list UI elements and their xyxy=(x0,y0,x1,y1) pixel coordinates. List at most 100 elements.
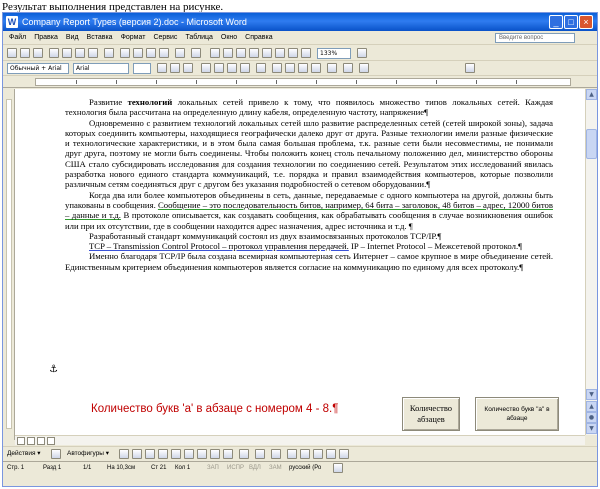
count-letters-button[interactable]: Количество букв "а" в абзаце xyxy=(475,397,559,431)
insert-excel-icon[interactable] xyxy=(249,48,259,58)
print-icon[interactable] xyxy=(75,48,85,58)
clipart-icon[interactable] xyxy=(210,449,220,459)
line-color-icon[interactable] xyxy=(255,449,265,459)
undo-icon[interactable] xyxy=(175,48,185,58)
align-center-icon[interactable] xyxy=(214,63,224,73)
tables-borders-icon[interactable] xyxy=(223,48,233,58)
arrow-icon[interactable] xyxy=(132,449,142,459)
copy-icon[interactable] xyxy=(133,48,143,58)
draw-actions-menu[interactable]: Действия ▾ xyxy=(7,447,41,461)
document-body[interactable]: Развитие технологий локальных сетей прив… xyxy=(65,97,553,272)
line-spacing-icon[interactable] xyxy=(256,63,266,73)
normal-view-icon[interactable] xyxy=(17,437,25,445)
arrow-style-icon[interactable] xyxy=(313,449,323,459)
drawing-icon[interactable] xyxy=(275,48,285,58)
status-ovr[interactable]: ЗАМ xyxy=(269,462,282,475)
horizontal-ruler[interactable] xyxy=(3,76,597,88)
text-color-icon[interactable] xyxy=(271,449,281,459)
document-page[interactable]: Развитие технологий локальных сетей прив… xyxy=(15,89,585,435)
hyperlink-icon[interactable] xyxy=(210,48,220,58)
zoom-select[interactable]: 133% xyxy=(317,48,351,59)
diagram-icon[interactable] xyxy=(197,449,207,459)
title-bar[interactable]: W Company Report Types (версия 2).doc - … xyxy=(3,13,597,31)
menu-tools[interactable]: Сервис xyxy=(149,31,181,45)
next-page-icon[interactable]: ▼ xyxy=(586,423,597,434)
horizontal-scrollbar[interactable] xyxy=(15,435,585,445)
decrease-indent-icon[interactable] xyxy=(298,63,308,73)
picture-icon[interactable] xyxy=(223,449,233,459)
vertical-ruler[interactable] xyxy=(3,89,15,440)
line-style-icon[interactable] xyxy=(287,449,297,459)
new-document-icon[interactable] xyxy=(7,48,17,58)
menu-table[interactable]: Таблица xyxy=(181,31,216,45)
align-right-icon[interactable] xyxy=(227,63,237,73)
open-icon[interactable] xyxy=(20,48,30,58)
increase-indent-icon[interactable] xyxy=(311,63,321,73)
close-button[interactable]: × xyxy=(579,15,593,29)
dash-style-icon[interactable] xyxy=(300,449,310,459)
shadow-icon[interactable] xyxy=(326,449,336,459)
redo-icon[interactable] xyxy=(191,48,201,58)
count-paragraphs-button[interactable]: Количество абзацев xyxy=(402,397,460,431)
font-color-icon[interactable] xyxy=(359,63,369,73)
3d-icon[interactable] xyxy=(339,449,349,459)
bullets-icon[interactable] xyxy=(285,63,295,73)
scroll-up-icon[interactable]: ▲ xyxy=(586,89,597,100)
text-box-icon[interactable] xyxy=(171,449,181,459)
menu-window[interactable]: Окно xyxy=(217,31,241,45)
reading-view-icon[interactable] xyxy=(47,437,55,445)
wordart-icon[interactable] xyxy=(184,449,194,459)
bold-icon[interactable] xyxy=(157,63,167,73)
justify-icon[interactable] xyxy=(240,63,250,73)
save-icon[interactable] xyxy=(33,48,43,58)
show-hide-icon[interactable] xyxy=(301,48,311,58)
font-select[interactable]: Arial xyxy=(73,63,129,74)
menu-help[interactable]: Справка xyxy=(241,31,276,45)
menu-edit[interactable]: Правка xyxy=(30,31,62,45)
help-search-input[interactable]: Введите вопрос xyxy=(495,33,575,43)
underline-icon[interactable] xyxy=(183,63,193,73)
maximize-button[interactable]: □ xyxy=(564,15,578,29)
print-layout-icon[interactable] xyxy=(37,437,45,445)
vertical-scrollbar[interactable]: ▲ ▼ ▲ ● ▼ xyxy=(585,89,597,435)
spelling-icon[interactable] xyxy=(104,48,114,58)
permission-icon[interactable] xyxy=(49,48,59,58)
fill-color-icon[interactable] xyxy=(239,449,249,459)
select-objects-icon[interactable] xyxy=(51,449,61,459)
line-icon[interactable] xyxy=(119,449,129,459)
autoshapes-menu[interactable]: Автофигуры ▾ xyxy=(67,447,109,461)
web-view-icon[interactable] xyxy=(27,437,35,445)
spelling-status-icon[interactable] xyxy=(333,463,343,473)
borders-icon[interactable] xyxy=(327,63,337,73)
highlight-icon[interactable] xyxy=(343,63,353,73)
previous-page-icon[interactable]: ▲ xyxy=(586,401,597,412)
rectangle-icon[interactable] xyxy=(145,449,155,459)
help-icon[interactable] xyxy=(357,48,367,58)
style-select[interactable]: Обычный + Arial xyxy=(7,63,69,74)
status-trk[interactable]: ИСПР xyxy=(227,462,244,475)
paste-icon[interactable] xyxy=(146,48,156,58)
format-painter-icon[interactable] xyxy=(159,48,169,58)
oval-icon[interactable] xyxy=(158,449,168,459)
align-left-icon[interactable] xyxy=(201,63,211,73)
numbering-icon[interactable] xyxy=(272,63,282,73)
status-ext[interactable]: ВДЛ xyxy=(249,462,261,475)
document-map-icon[interactable] xyxy=(288,48,298,58)
research-icon[interactable] xyxy=(465,63,475,73)
menu-file[interactable]: Файл xyxy=(3,31,30,45)
status-rec[interactable]: ЗАП xyxy=(207,462,219,475)
menu-view[interactable]: Вид xyxy=(62,31,83,45)
scroll-thumb[interactable] xyxy=(586,129,597,159)
browse-object-icon[interactable]: ● xyxy=(586,412,597,423)
menu-insert[interactable]: Вставка xyxy=(83,31,117,45)
cut-icon[interactable] xyxy=(120,48,130,58)
scroll-down-icon[interactable]: ▼ xyxy=(586,389,597,400)
mail-icon[interactable] xyxy=(62,48,72,58)
menu-format[interactable]: Формат xyxy=(117,31,150,45)
preview-icon[interactable] xyxy=(88,48,98,58)
insert-table-icon[interactable] xyxy=(236,48,246,58)
italic-icon[interactable] xyxy=(170,63,180,73)
font-size-select[interactable] xyxy=(133,63,151,74)
columns-icon[interactable] xyxy=(262,48,272,58)
minimize-button[interactable]: _ xyxy=(549,15,563,29)
